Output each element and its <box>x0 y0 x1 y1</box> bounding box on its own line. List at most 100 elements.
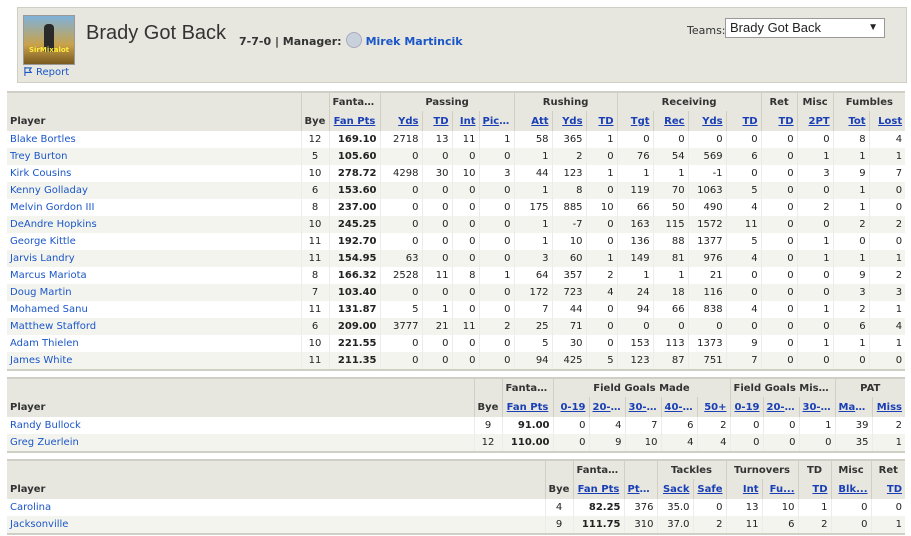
column-header-sort-link[interactable]: Att <box>513 111 553 131</box>
table-row: Doug Martin 7 103.40 0 0 0 0 172 723 4 24 18 116 0 0 0 3… <box>7 284 906 301</box>
column-header-sort-link[interactable]: Fan Pts <box>572 479 624 499</box>
stat-cell: 11 <box>725 516 762 534</box>
column-header-sort-link[interactable]: Tot <box>832 111 870 131</box>
column-header-sort-link[interactable]: 20-29 <box>762 397 799 417</box>
column-header-sort-link[interactable]: TD <box>870 479 906 499</box>
column-header-sort-link[interactable]: Miss <box>871 397 906 417</box>
player-name-link[interactable]: Matthew Stafford <box>7 318 301 335</box>
column-header-sort-link[interactable]: 2PT <box>796 111 834 131</box>
column-header-sort-link[interactable]: 20-29 <box>588 397 625 417</box>
group-rushing: Rushing <box>513 92 618 111</box>
stat-cell: 1 <box>832 199 870 216</box>
column-header-player: Player <box>7 111 301 131</box>
player-name-link[interactable]: Doug Martin <box>7 284 301 301</box>
report-link[interactable]: Report <box>24 67 69 78</box>
column-header-sort-link[interactable]: 30-39 <box>624 397 661 417</box>
column-header-sort-link[interactable]: TD <box>421 111 452 131</box>
teams-select[interactable]: Brady Got Back ▼ <box>725 18 885 38</box>
blank-group <box>7 92 301 111</box>
column-header-sort-link[interactable]: Int <box>725 479 762 499</box>
player-name-link[interactable]: Greg Zuerlein <box>7 434 474 452</box>
player-name-link[interactable]: Randy Bullock <box>7 417 474 434</box>
player-name-link[interactable]: James White <box>7 352 301 370</box>
stat-cell: 0 <box>796 267 834 284</box>
group-misc: Misc <box>796 92 834 111</box>
column-header-sort-link[interactable]: 0-19 <box>729 397 763 417</box>
stat-cell: 0 <box>832 352 870 370</box>
stat-cell: 5 <box>585 352 618 370</box>
kicker-table: Fantasy Field Goals Made Field Goals Mis… <box>7 377 906 453</box>
table-row: Jarvis Landry 11 154.95 63 0 0 0 3 60 1 149 81 976 4 0… <box>7 250 906 267</box>
stat-cell: 0 <box>478 216 515 233</box>
column-header-sort-link[interactable]: TD <box>585 111 618 131</box>
player-name-link[interactable]: Blake Bortles <box>7 131 301 148</box>
stat-cell: 0 <box>552 434 589 452</box>
column-header-sort-link[interactable]: Yds <box>379 111 422 131</box>
stat-cell: 0 <box>379 352 422 370</box>
stat-cell: 0 <box>478 352 515 370</box>
player-name-link[interactable]: Kenny Golladay <box>7 182 301 199</box>
stat-cell: 149 <box>616 250 654 267</box>
stat-cell: 0 <box>421 250 452 267</box>
bye-cell: 5 <box>300 148 329 165</box>
stat-cell: 0 <box>725 284 762 301</box>
player-name-link[interactable]: Carolina <box>7 499 545 516</box>
column-header-sort-link[interactable]: 50+ <box>696 397 730 417</box>
player-name-link[interactable]: Melvin Gordon III <box>7 199 301 216</box>
column-header-sort-link[interactable]: Fu... <box>761 479 799 499</box>
stat-cell: 2 <box>692 516 726 534</box>
column-header-sort-link[interactable]: Pic... <box>478 111 515 131</box>
stat-cell: 310 <box>623 516 657 534</box>
stat-cell: 0 <box>616 318 654 335</box>
stat-cell: 0 <box>451 284 479 301</box>
player-name-link[interactable]: Jarvis Landry <box>7 250 301 267</box>
defense-table: Fantasy Tackles Turnovers TD Misc Ret Pl… <box>7 459 906 535</box>
bye-cell: 7 <box>300 284 329 301</box>
stat-cell: 1 <box>797 499 832 516</box>
bye-cell: 12 <box>300 131 329 148</box>
column-header-sort-link[interactable]: Pts... <box>623 479 657 499</box>
player-name-link[interactable]: DeAndre Hopkins <box>7 216 301 233</box>
column-header-sort-link[interactable]: Safe <box>692 479 726 499</box>
column-header-sort-link[interactable]: Sack <box>656 479 693 499</box>
stat-cell: 4 <box>725 301 762 318</box>
column-header-sort-link[interactable]: TD <box>760 111 798 131</box>
fantasy-points-cell: 209.00 <box>328 318 380 335</box>
stat-cell: 0 <box>868 352 906 370</box>
manager-link[interactable]: Mirek Martincik <box>366 35 463 48</box>
column-header-sort-link[interactable]: Yds <box>551 111 587 131</box>
stat-cell: 1 <box>513 216 553 233</box>
stat-cell: 1 <box>513 233 553 250</box>
column-header-sort-link[interactable]: Lost <box>868 111 906 131</box>
stat-cell: 0 <box>585 148 618 165</box>
player-name-link[interactable]: Mohamed Sanu <box>7 301 301 318</box>
column-header-sort-link[interactable]: Fan Pts <box>328 111 380 131</box>
column-header-sort-link[interactable]: 30-39 <box>798 397 835 417</box>
fantasy-points-cell: 103.40 <box>328 284 380 301</box>
column-header-sort-link[interactable]: 40-49 <box>660 397 697 417</box>
stat-cell: 751 <box>687 352 727 370</box>
column-header-sort-link[interactable]: Fan Pts <box>501 397 553 417</box>
stat-cell: 6 <box>660 417 697 434</box>
stat-cell: 50 <box>652 199 689 216</box>
player-name-link[interactable]: Adam Thielen <box>7 335 301 352</box>
column-header-sort-link[interactable]: Yds <box>687 111 727 131</box>
player-name-link[interactable]: Trey Burton <box>7 148 301 165</box>
column-header-sort-link[interactable]: TD <box>725 111 762 131</box>
stat-cell: 0 <box>478 301 515 318</box>
table-row: Matthew Stafford 6 209.00 3777 21 11 2 25 71 0 0 0 0… <box>7 318 906 335</box>
column-header-sort-link[interactable]: Int <box>451 111 479 131</box>
stat-cell: 8 <box>551 182 587 199</box>
stat-cell: 10 <box>451 165 479 182</box>
column-header-sort-link[interactable]: Made <box>834 397 872 417</box>
column-header-sort-link[interactable]: Rec <box>652 111 689 131</box>
column-header-sort-link[interactable]: Tgt <box>616 111 654 131</box>
player-name-link[interactable]: Kirk Cousins <box>7 165 301 182</box>
column-header-sort-link[interactable]: 0-19 <box>552 397 589 417</box>
player-name-link[interactable]: Jacksonville <box>7 516 545 534</box>
column-header-sort-link[interactable]: Blk... <box>830 479 872 499</box>
player-name-link[interactable]: Marcus Mariota <box>7 267 301 284</box>
stat-cell: 35 <box>834 434 872 452</box>
player-name-link[interactable]: George Kittle <box>7 233 301 250</box>
column-header-sort-link[interactable]: TD <box>797 479 832 499</box>
